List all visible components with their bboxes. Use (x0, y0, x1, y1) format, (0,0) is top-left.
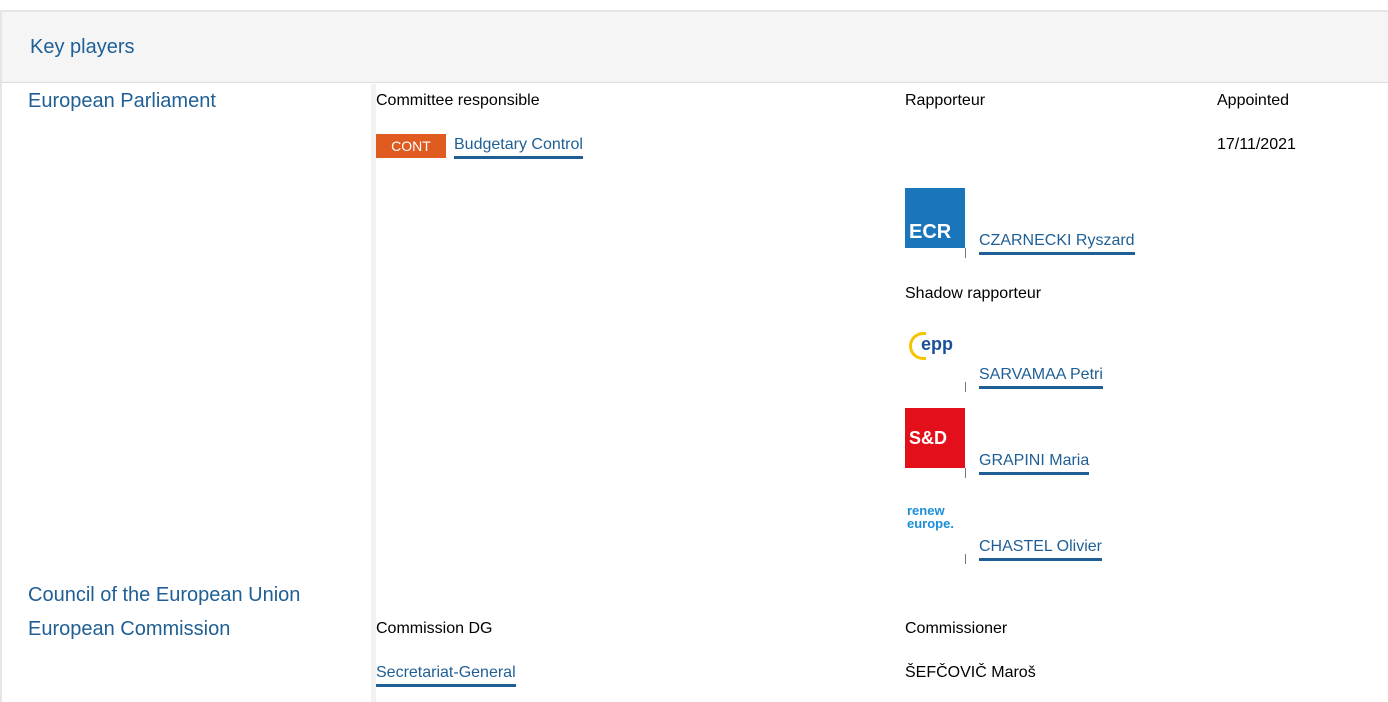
epp-group-logo: epp (905, 322, 965, 382)
logo-divider (965, 248, 966, 258)
shadow-rapporteur-label: Shadow rapporteur (905, 285, 1042, 302)
commissioner-name: ŠEFČOVIČ Maroš (905, 664, 1036, 681)
sd-group-logo: S&D (905, 408, 965, 468)
entity-council-eu: Council of the European Union (28, 584, 301, 606)
appointed-date: 17/11/2021 (1217, 136, 1296, 153)
committee-link-budgetary-control[interactable]: Budgetary Control (454, 136, 583, 159)
shadow-rapporteur-link-chastel[interactable]: CHASTEL Olivier (979, 538, 1102, 561)
shadow-rapporteur-link-sarvamaa[interactable]: SARVAMAA Petri (979, 366, 1103, 389)
panel-header: Key players (0, 12, 1388, 83)
commissioner-label: Commissioner (905, 620, 1008, 637)
rapporteur-label: Rapporteur (905, 92, 986, 109)
dg-link-secretariat-general[interactable]: Secretariat-General (376, 664, 516, 687)
committee-responsible-label: Committee responsible (376, 92, 540, 109)
logo-divider (965, 382, 966, 392)
logo-divider (965, 554, 966, 564)
shadow-rapporteur-link-grapini[interactable]: GRAPINI Maria (979, 452, 1090, 475)
ecr-group-logo: ECR (905, 188, 965, 248)
logo-divider (965, 468, 966, 478)
rapporteur-link-czarnecki[interactable]: CZARNECKI Ryszard (979, 232, 1135, 255)
commission-dg-label: Commission DG (376, 620, 493, 637)
column-separator (371, 84, 376, 702)
committee-code-badge: CONT (376, 134, 446, 158)
renew-europe-group-logo: renew europe. (905, 494, 965, 554)
entity-european-commission: European Commission (28, 618, 231, 640)
entity-european-parliament: European Parliament (28, 90, 216, 112)
appointed-label: Appointed (1217, 92, 1290, 109)
panel-title: Key players (30, 36, 135, 58)
